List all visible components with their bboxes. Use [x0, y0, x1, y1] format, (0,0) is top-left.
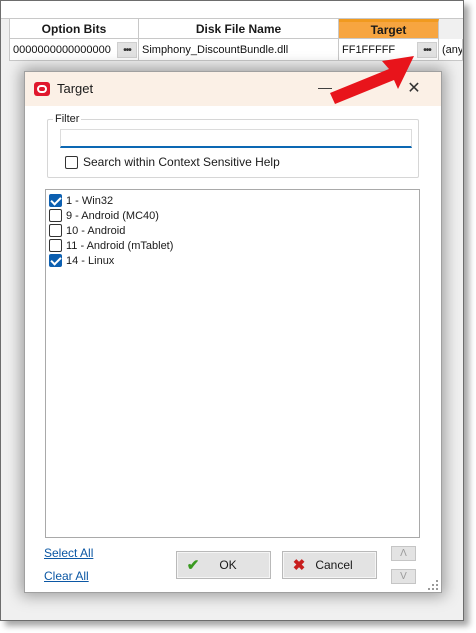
filter-group	[47, 119, 419, 178]
cancel-label: Cancel	[315, 558, 353, 572]
item-checkbox[interactable]	[49, 254, 62, 267]
list-item[interactable]: 1 - Win32	[49, 193, 113, 208]
x-icon: ✖	[292, 557, 306, 574]
cancel-button[interactable]: ✖ Cancel	[282, 551, 377, 579]
ok-label: OK	[219, 558, 237, 572]
help-search-option[interactable]: Search within Context Sensitive Help	[65, 155, 280, 169]
item-label: 9 - Android (MC40)	[66, 209, 159, 222]
column-header-target[interactable]: Target	[339, 19, 439, 39]
item-label: 14 - Linux	[66, 254, 115, 267]
column-header-option-bits[interactable]: Option Bits	[10, 19, 139, 39]
item-checkbox[interactable]	[49, 194, 62, 207]
ok-button[interactable]: ✔ OK	[176, 551, 271, 579]
resize-grip-icon[interactable]	[428, 580, 438, 590]
list-item[interactable]: 14 - Linux	[49, 253, 114, 268]
oracle-app-icon	[34, 82, 50, 96]
move-up-button[interactable]: Λ	[391, 546, 416, 561]
item-label: 1 - Win32	[66, 194, 114, 207]
target-dialog: Target — ✕ Filter Search within Context …	[24, 71, 442, 593]
target-ellipsis-button[interactable]: •••	[417, 42, 437, 58]
cell-next-value: (any	[442, 43, 463, 56]
filter-input[interactable]	[60, 129, 412, 148]
grid-top-row	[1, 1, 463, 19]
cell-option-bits-value: 0000000000000000	[13, 43, 111, 56]
dialog-title: Target	[57, 81, 94, 96]
cell-disk-file-name-value: Simphony_DiscountBundle.dll	[142, 43, 289, 56]
option-bits-ellipsis-button[interactable]: •••	[117, 42, 137, 58]
cell-target-value: FF1FFFFF	[342, 43, 396, 56]
item-label: 10 - Android	[66, 224, 126, 237]
list-item[interactable]: 11 - Android (mTablet)	[49, 238, 173, 253]
clear-all-link[interactable]: Clear All	[44, 569, 89, 583]
list-item[interactable]: 10 - Android	[49, 223, 125, 238]
minimize-icon[interactable]: —	[317, 79, 333, 97]
cell-disk-file-name[interactable]: Simphony_DiscountBundle.dll	[139, 39, 339, 61]
select-all-link[interactable]: Select All	[44, 546, 93, 560]
help-search-label: Search within Context Sensitive Help	[83, 155, 280, 169]
item-label: 11 - Android (mTablet)	[66, 239, 174, 252]
move-down-button[interactable]: V	[391, 569, 416, 584]
filter-legend: Filter	[53, 113, 82, 125]
close-icon[interactable]: ✕	[405, 78, 423, 98]
check-icon: ✔	[186, 557, 200, 574]
item-checkbox[interactable]	[49, 239, 62, 252]
target-list[interactable]: 1 - Win32 9 - Android (MC40) 10 - Androi…	[45, 189, 420, 538]
item-checkbox[interactable]	[49, 224, 62, 237]
help-search-checkbox[interactable]	[65, 155, 78, 169]
dialog-title-bar[interactable]: Target — ✕	[25, 72, 441, 106]
column-header-disk-file-name[interactable]: Disk File Name	[139, 19, 339, 39]
cell-next-column[interactable]: (any	[439, 39, 463, 61]
item-checkbox[interactable]	[49, 209, 62, 222]
list-item[interactable]: 9 - Android (MC40)	[49, 208, 159, 223]
